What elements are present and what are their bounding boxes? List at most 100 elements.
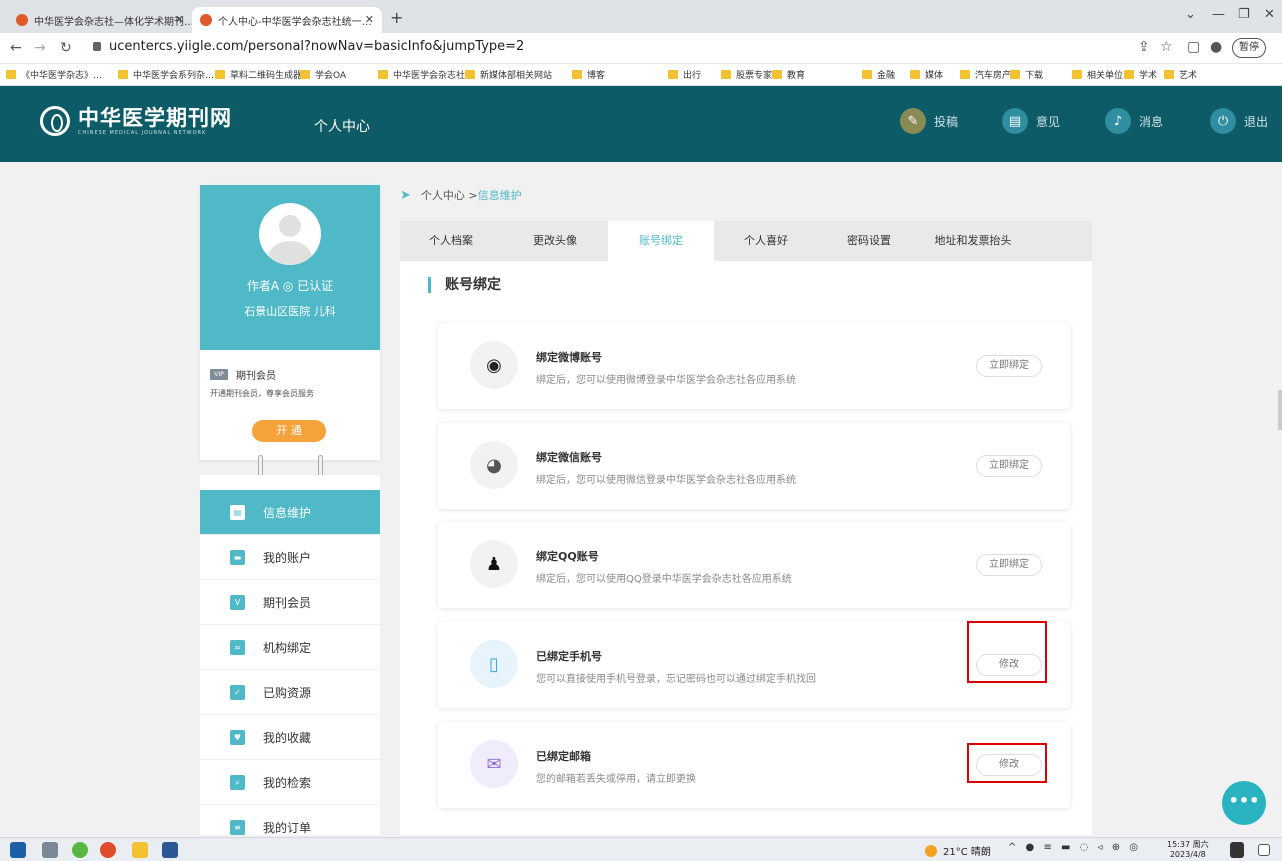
chrome-icon[interactable] (100, 842, 116, 858)
minimize-icon[interactable]: — (1212, 7, 1225, 22)
tab[interactable]: 账号绑定 (608, 221, 714, 261)
reload-icon[interactable]: ↻ (60, 40, 72, 56)
close-tab-icon[interactable]: ✕ (365, 13, 374, 26)
tab[interactable]: 个人档案 (400, 221, 502, 261)
sidebar-item-label: 期刊会员 (263, 595, 312, 610)
bookmark-item[interactable]: 出行 (668, 68, 701, 81)
sidebar-item[interactable]: ♥ 我的收藏 (200, 715, 380, 760)
nav-submit[interactable]: ✎ 投稿 (900, 108, 958, 134)
open-vip-button[interactable]: 开 通 (252, 420, 326, 442)
forward-icon[interactable]: → (34, 40, 46, 56)
profile-tabs: 个人档案 更改头像 账号绑定 个人喜好 密码设置 地址和发票抬头 (400, 221, 1092, 261)
browser-tab-active[interactable]: 个人中心-中华医学会杂志社统一… ✕ (192, 7, 382, 33)
bookmark-item[interactable]: 博客 (572, 68, 605, 81)
bookmark-item[interactable]: 汽车房产 (960, 68, 1011, 81)
bookmark-item[interactable]: 新媒体部相关网站 (465, 68, 552, 81)
bookmark-label: 草料二维码生成器 (230, 71, 303, 81)
bookmark-item[interactable]: 相关单位 (1072, 68, 1123, 81)
binding-description: 绑定后，您可以使用微信登录中华医学会杂志社各应用系统 (536, 475, 796, 486)
sidebar-item[interactable]: ▬ 我的账户 (200, 535, 380, 580)
feedback-icon: ▤ (1002, 108, 1028, 134)
notification-icon[interactable] (1258, 844, 1270, 856)
bookmark-label: 金融 (877, 71, 896, 81)
tab[interactable]: 更改头像 (502, 221, 608, 261)
sidebar-item[interactable]: V 期刊会员 (200, 580, 380, 625)
bookmark-item[interactable]: 金融 (862, 68, 895, 81)
bookmark-label: 学术 (1139, 71, 1158, 81)
scrollbar[interactable] (1278, 390, 1282, 430)
weather-widget[interactable]: 21°C 晴朗 (925, 843, 991, 858)
nav-logout[interactable]: ⏻ 退出 (1210, 108, 1268, 134)
bookmark-folder-icon (1124, 70, 1134, 79)
bookmark-item[interactable]: 艺术 (1164, 68, 1197, 81)
restore-icon[interactable]: ❐ (1238, 7, 1250, 22)
binding-card: ◉ 绑定微博账号 绑定后，您可以使用微博登录中华医学会杂志社各应用系统 立即绑定 (438, 323, 1070, 409)
back-icon[interactable]: ← (10, 40, 22, 56)
breadcrumb-current: 信息维护 (477, 189, 522, 202)
tab[interactable]: 密码设置 (818, 221, 920, 261)
windows-start-icon[interactable] (10, 842, 26, 858)
clock-time: 15:37 周六 (1167, 840, 1209, 849)
nav-feedback[interactable]: ▤ 意见 (1002, 108, 1060, 134)
bookmark-label: 媒体 (925, 71, 944, 81)
bookmark-item[interactable]: 媒体 (910, 68, 943, 81)
close-window-icon[interactable]: ✕ (1264, 7, 1275, 22)
bookmark-item[interactable]: 《中华医学杂志》… (6, 68, 102, 81)
bookmark-item[interactable]: 学会OA (300, 68, 346, 81)
nav-messages[interactable]: ♪ 消息 (1105, 108, 1163, 134)
tab[interactable]: 个人喜好 (714, 221, 818, 261)
clock-date: 2023/4/8 (1169, 850, 1206, 859)
section-title: 账号绑定 (428, 277, 501, 293)
tab[interactable]: 地址和发票抬头 (920, 221, 1026, 261)
user-name: 作者A ◎ 已认证 (246, 279, 334, 293)
site-header: 中华医学期刊网 CHINESE MEDICAL JOURNAL NETWORK … (0, 86, 1282, 162)
new-tab-icon[interactable]: + (390, 8, 403, 27)
clock[interactable]: 15:37 周六 2023/4/8 (1167, 840, 1209, 860)
navigation-arrow-icon: ➤ (400, 187, 411, 203)
bookmark-item[interactable]: 下载 (1010, 68, 1043, 81)
sidebar-item[interactable]: ⌕ 我的检索 (200, 760, 380, 805)
bind-now-button[interactable]: 立即绑定 (976, 355, 1042, 377)
power-icon: ⏻ (1210, 108, 1236, 134)
bookmarks-bar: 《中华医学杂志》… 中华医学会系列杂… 草料二维码生成器 学会OA 中华医学会杂志社… 新… (0, 64, 1282, 86)
site-favicon-icon (16, 14, 28, 26)
breadcrumb-root[interactable]: 个人中心 > (421, 187, 478, 203)
bookmark-folder-icon (721, 70, 731, 79)
tab-title: 个人中心-中华医学会杂志社统一… (218, 16, 372, 28)
file-explorer-icon[interactable] (132, 842, 148, 858)
bookmark-item[interactable]: 中华医学会杂志社… (378, 68, 474, 81)
bookmark-item[interactable]: 股票专家 (721, 68, 772, 81)
profile-icon[interactable]: ● (1210, 39, 1222, 55)
bookmark-item[interactable]: 教育 (772, 68, 805, 81)
tab-search-icon[interactable]: ⌄ (1185, 7, 1196, 22)
nav-label: 退出 (1244, 114, 1269, 129)
bind-now-button[interactable]: 立即绑定 (976, 455, 1042, 477)
pause-button[interactable]: 暂停 (1232, 38, 1266, 58)
weather-text: 21°C 晴朗 (943, 847, 991, 858)
sidebar-item[interactable]: ▤ 信息维护 (200, 490, 380, 535)
sidebar-item[interactable]: ∞ 机构绑定 (200, 625, 380, 670)
tab-title: 中华医学会杂志社—体化学术期刊… (34, 16, 192, 28)
browser-tab[interactable]: 中华医学会杂志社—体化学术期刊… ✕ (8, 7, 192, 33)
sidepanel-icon[interactable]: ▢ (1187, 39, 1200, 55)
word-icon[interactable] (162, 842, 178, 858)
nav-label: 消息 (1139, 114, 1164, 129)
sidebar-item[interactable]: ✓ 已购资源 (200, 670, 380, 715)
input-method-icon[interactable] (1230, 842, 1244, 858)
system-tray-icons[interactable]: ^ ● ≡ ▬ ◌ ◃ ⊕ ◎ (1008, 842, 1141, 853)
avatar[interactable] (259, 203, 321, 265)
bookmark-item[interactable]: 学术 (1124, 68, 1157, 81)
close-tab-icon[interactable]: ✕ (175, 13, 184, 26)
url-text: ucentercs.yiigle.com/personal?nowNav=bas… (109, 39, 525, 54)
site-logo[interactable]: 中华医学期刊网 CHINESE MEDICAL JOURNAL NETWORK (40, 106, 232, 136)
bind-now-button[interactable]: 立即绑定 (976, 554, 1042, 576)
bookmark-item[interactable]: 草料二维码生成器 (215, 68, 302, 81)
bookmark-star-icon[interactable]: ☆ (1160, 39, 1173, 55)
vip-row: VIP 期刊会员 (210, 367, 276, 382)
url-field[interactable]: ucentercs.yiigle.com/personal?nowNav=bas… (93, 39, 524, 54)
share-icon[interactable]: ⇪ (1138, 39, 1150, 55)
ie-browser-icon[interactable] (72, 842, 88, 858)
chat-button[interactable]: ••• (1222, 781, 1266, 825)
task-view-icon[interactable] (42, 842, 58, 858)
bookmark-item[interactable]: 中华医学会系列杂… (118, 68, 214, 81)
